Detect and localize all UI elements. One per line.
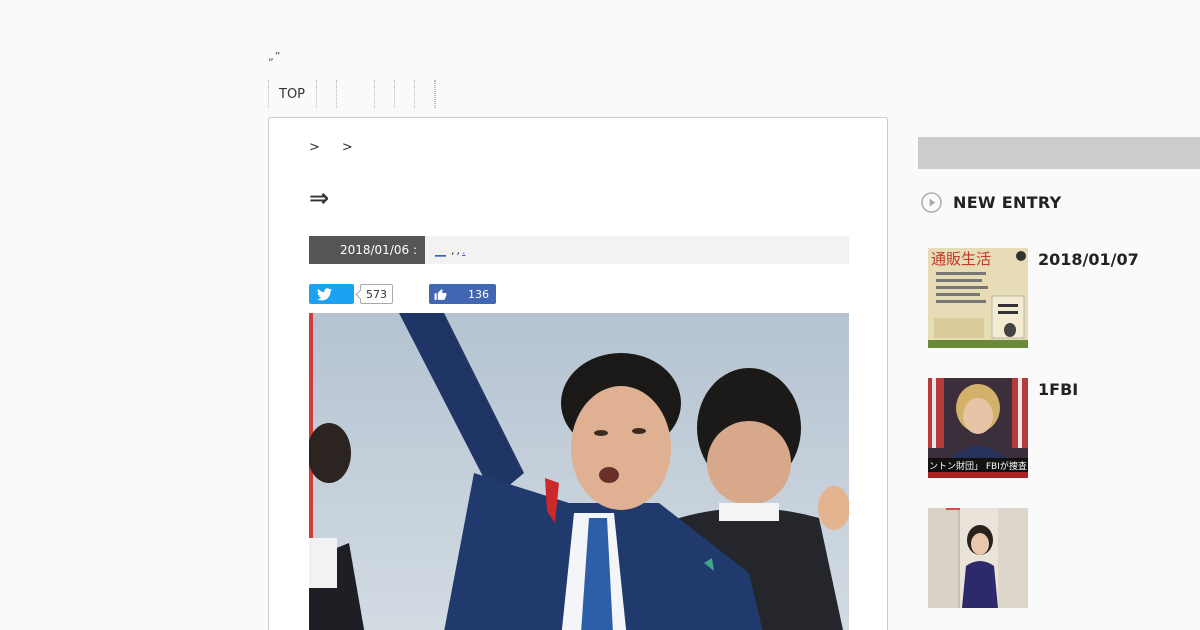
twitter-share-count[interactable]: 573 [360, 284, 393, 304]
article-date: 2018/01/06 : [309, 236, 425, 264]
breadcrumb: > > [309, 140, 353, 155]
sidebar-entry[interactable]: ントン財団」 FBIが捜査 1FBI [928, 378, 1200, 478]
share-buttons: 573 136 [309, 284, 496, 304]
entry-thumbnail-image [928, 508, 1028, 608]
article-card: > > ⇒ 2018/01/06 : __ , , . 573 136 [268, 117, 888, 630]
play-circle-icon [921, 192, 942, 213]
sidebar-entry[interactable]: 通販生活 2018/01/07 [928, 248, 1200, 348]
entry-title[interactable]: 1FBI [1038, 380, 1078, 399]
nav-item-6[interactable] [414, 80, 434, 108]
breadcrumb-separator: > [341, 140, 353, 155]
new-entry-heading: NEW ENTRY [921, 192, 1062, 213]
entry-thumbnail[interactable]: ントン財団」 FBIが捜査 [928, 378, 1028, 478]
sidebar-entry[interactable] [928, 508, 1200, 608]
entry-thumbnail-image: ントン財団」 FBIが捜査 [928, 378, 1028, 478]
article-meta-bar: 2018/01/06 : __ , , . [309, 236, 849, 264]
thumbnail-caption: ントン財団」 FBIが捜査 [929, 460, 1027, 472]
entry-thumbnail[interactable] [928, 508, 1028, 608]
tag-separator: , [456, 243, 461, 257]
breadcrumb-separator: > [309, 140, 320, 155]
nav-item-7[interactable] [434, 80, 436, 108]
global-nav: TOP [268, 80, 436, 108]
article-tags: __ , , . [435, 244, 476, 257]
tag-separator: , [451, 243, 455, 257]
thumbs-up-icon [434, 288, 447, 300]
twitter-bird-icon [317, 287, 332, 300]
nav-item-3[interactable] [336, 80, 374, 108]
tag-link[interactable]: __ [435, 244, 449, 257]
entry-title[interactable]: 2018/01/07 [1038, 250, 1139, 269]
twitter-share-button[interactable] [309, 284, 354, 304]
entry-thumbnail-image: 通販生活 [928, 248, 1028, 348]
article-title: ⇒ [309, 184, 330, 212]
page: „” TOP > > ⇒ 2018/01/06 : __ , , . 573 1… [0, 0, 1200, 630]
facebook-like-count: 136 [468, 287, 489, 301]
new-entry-title: NEW ENTRY [953, 193, 1062, 212]
article-photo-image [309, 313, 849, 630]
thumbnail-text: 通販生活 [931, 250, 991, 268]
sidebar-search-bar [918, 137, 1200, 169]
tag-link[interactable]: . [462, 244, 476, 257]
facebook-like-button[interactable]: 136 [429, 284, 496, 304]
nav-item-2[interactable] [316, 80, 336, 108]
article-main-photo [309, 313, 849, 630]
site-title[interactable]: „” [268, 50, 281, 63]
entry-thumbnail[interactable]: 通販生活 [928, 248, 1028, 348]
nav-item-4[interactable] [374, 80, 394, 108]
nav-item-5[interactable] [394, 80, 414, 108]
nav-item-top[interactable]: TOP [268, 80, 316, 108]
